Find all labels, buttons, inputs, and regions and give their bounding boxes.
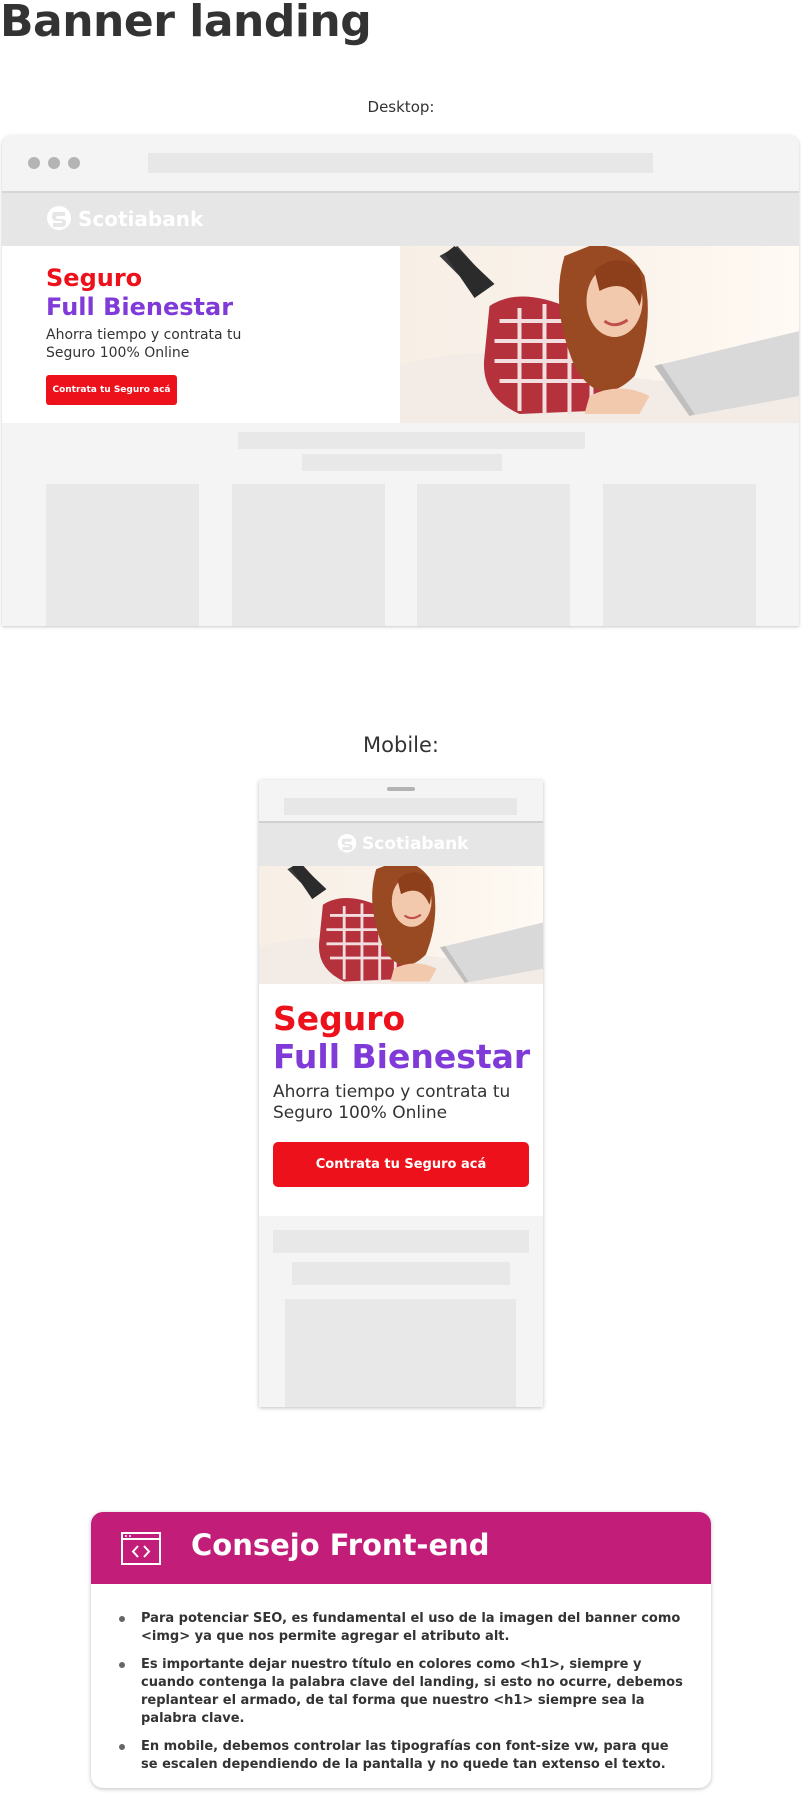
address-bar-placeholder xyxy=(148,153,653,173)
placeholder-card xyxy=(285,1299,516,1407)
window-dot-icon xyxy=(48,157,60,169)
address-bar-placeholder xyxy=(284,798,517,815)
contract-insurance-button[interactable]: Contrata tu Seguro acá xyxy=(46,375,177,405)
placeholder-bar xyxy=(302,454,502,471)
banner-text: Seguro Full Bienestar Ahorra tiempo y co… xyxy=(273,1000,530,1187)
mobile-caption: Mobile: xyxy=(363,733,439,757)
banner-title-line2: Full Bienestar xyxy=(46,293,234,321)
placeholder-bar xyxy=(273,1230,529,1253)
bullet-icon xyxy=(119,1616,125,1622)
banner-image xyxy=(259,866,543,984)
page-title: Banner landing xyxy=(0,0,372,47)
browser-chrome xyxy=(2,135,799,193)
placeholder-bar xyxy=(238,432,585,449)
banner-title-line2: Full Bienestar xyxy=(273,1037,531,1076)
scotiabank-logo[interactable]: Scotiabank xyxy=(337,832,468,856)
logo-text: Scotiabank xyxy=(362,834,469,854)
placeholder-card xyxy=(46,484,199,626)
banner-image xyxy=(400,246,799,423)
hero-banner: Seguro Full Bienestar Ahorra tiempo y co… xyxy=(2,246,799,423)
tip-header: Consejo Front-end xyxy=(91,1512,711,1584)
placeholder-card xyxy=(417,484,570,626)
phone-notch xyxy=(387,787,415,791)
tip-text: Para potenciar SEO, es fundamental el us… xyxy=(141,1611,681,1644)
tip-list: Para potenciar SEO, es fundamental el us… xyxy=(119,1610,684,1784)
window-dot-icon xyxy=(28,157,40,169)
banner-subtitle: Ahorra tiempo y contrata tu Seguro 100% … xyxy=(46,327,242,361)
list-item: En mobile, debemos controlar las tipogra… xyxy=(119,1738,684,1774)
logo-text: Scotiabank xyxy=(78,207,204,231)
frontend-tip-card: Consejo Front-end Para potenciar SEO, es… xyxy=(91,1512,711,1788)
tip-title: Consejo Front-end xyxy=(191,1528,490,1562)
tip-text: En mobile, debemos controlar las tipogra… xyxy=(141,1739,669,1772)
desktop-caption: Desktop: xyxy=(367,98,435,116)
placeholder-card xyxy=(232,484,385,626)
code-window-icon xyxy=(121,1532,161,1565)
list-item: Es importante dejar nuestro título en co… xyxy=(119,1656,684,1728)
mobile-browser-chrome xyxy=(259,780,543,823)
placeholder-card xyxy=(603,484,756,626)
hero-banner: Seguro Full Bienestar Ahorra tiempo y co… xyxy=(259,984,543,1216)
site-header: Scotiabank xyxy=(2,193,799,246)
window-dot-icon xyxy=(68,157,80,169)
bullet-icon xyxy=(119,1662,125,1668)
banner-title-line1: Seguro xyxy=(273,999,406,1038)
contract-insurance-button[interactable]: Contrata tu Seguro acá xyxy=(273,1142,529,1187)
site-header: Scotiabank xyxy=(259,823,543,866)
banner-subtitle: Ahorra tiempo y contrata tu Seguro 100% … xyxy=(273,1082,511,1123)
banner-title-line1: Seguro xyxy=(46,264,143,292)
tip-text: Es importante dejar nuestro título en co… xyxy=(141,1657,683,1726)
bullet-icon xyxy=(119,1744,125,1750)
mobile-mockup: Scotiabank Seguro Full Bienestar Ahorra … xyxy=(259,780,543,1407)
scotiabank-logo-icon xyxy=(337,832,357,856)
desktop-mockup: Scotiabank Seguro Full Bienestar Ahorra … xyxy=(2,135,799,626)
list-item: Para potenciar SEO, es fundamental el us… xyxy=(119,1610,684,1646)
scotiabank-logo-icon xyxy=(46,205,72,233)
banner-text: Seguro Full Bienestar Ahorra tiempo y co… xyxy=(46,264,256,405)
scotiabank-logo[interactable]: Scotiabank xyxy=(46,205,203,233)
placeholder-bar xyxy=(292,1262,510,1285)
